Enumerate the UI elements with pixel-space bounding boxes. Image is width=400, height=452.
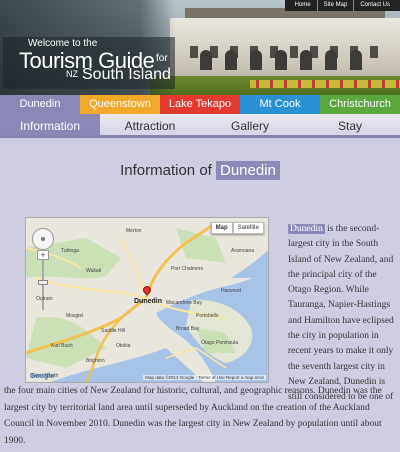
city-tabs: Dunedin Queenstown Lake Tekapo Mt Cook C… [0,95,400,114]
nav-sitemap-link[interactable]: Site Map [316,0,354,11]
map-pan-control[interactable] [32,228,54,250]
map-label-merton: Merton [126,228,142,234]
map-zoom-control: + [32,228,56,310]
header-banner: Home Site Map Contact Us Welcome to the … [0,0,400,95]
map-label-otokia: Otokia [116,343,131,349]
zoom-slider-knob[interactable] [38,280,48,285]
city-tab-christchurch[interactable]: Christchurch [320,95,400,114]
map-label-saddle-hill: Saddle Hill [101,328,125,334]
city-tab-mt-cook[interactable]: Mt Cook [240,95,320,114]
page-title-city: Dunedin [216,161,280,180]
map-label-portobello: Portobello [196,313,219,319]
intro-city-highlight: Dunedin [288,224,325,234]
google-map[interactable]: + Map Satellite Waitati Port Chalmers Po… [25,217,269,383]
site-title-box: Welcome to the Tourism Guide for NZ Sout… [3,37,175,89]
map-label-macandrew-bay: Macandrew Bay [166,300,202,306]
tab-attraction[interactable]: Attraction [100,114,200,135]
body-paragraph: the four main cities of New Zealand for … [4,386,382,446]
map-label-waitati: Waitati [86,268,102,274]
map-label-mosgiel: Mosgiel [66,313,84,319]
section-tabs: Information Attraction Gallery Stay [0,114,400,138]
map-type-map-button[interactable]: Map [210,222,233,234]
map-type-control: Map Satellite [210,222,264,234]
top-nav: Home Site Map Contact Us [284,0,400,11]
site-title-region: South Island [82,66,171,83]
map-footer: Map data ©2013 Google · Terms of Use Rep… [143,375,266,380]
map-label-kuri-bush: Kuri Bush [51,343,73,349]
page-title-prefix: Information of [120,162,212,179]
tab-stay[interactable]: Stay [300,114,400,135]
intro-text: is the second-largest city in the South … [288,224,394,403]
tab-information[interactable]: Information [0,114,100,135]
site-title-for: for [156,53,168,64]
zoom-in-button[interactable]: + [37,250,49,260]
nav-home-link[interactable]: Home [289,0,317,11]
map-label-brighton: Brighton [86,358,105,364]
city-tab-dunedin[interactable]: Dunedin [0,95,80,114]
map-label-harwood: Harwood [221,288,242,294]
site-title-nz: NZ [66,69,78,79]
map-label-tuhinga: Tuhinga [61,248,79,254]
nav-contact-link[interactable]: Contact Us [353,0,396,11]
page-title: Information of Dunedin [0,161,400,180]
intro-paragraph: Dunedin is the second-largest city in th… [288,222,396,406]
zoom-slider[interactable] [42,260,44,310]
tab-gallery[interactable]: Gallery [200,114,300,135]
map-label-port-chalmers: Port Chalmers [171,266,203,272]
map-label-aramoana: Aramoana [231,248,255,254]
map-label-outram: Outram [36,296,53,302]
map-type-satellite-button[interactable]: Satellite [232,222,264,234]
banner-flowerbed [250,80,400,88]
google-logo: Google [30,373,55,380]
map-label-broad-bay: Broad Bay [176,326,200,332]
city-tab-lake-tekapo[interactable]: Lake Tekapo [160,95,240,114]
city-tab-queenstown[interactable]: Queenstown [80,95,160,114]
map-label-otago-peninsula: Otago Peninsula [201,340,238,346]
map-label-dunedin: Dunedin [134,298,162,305]
